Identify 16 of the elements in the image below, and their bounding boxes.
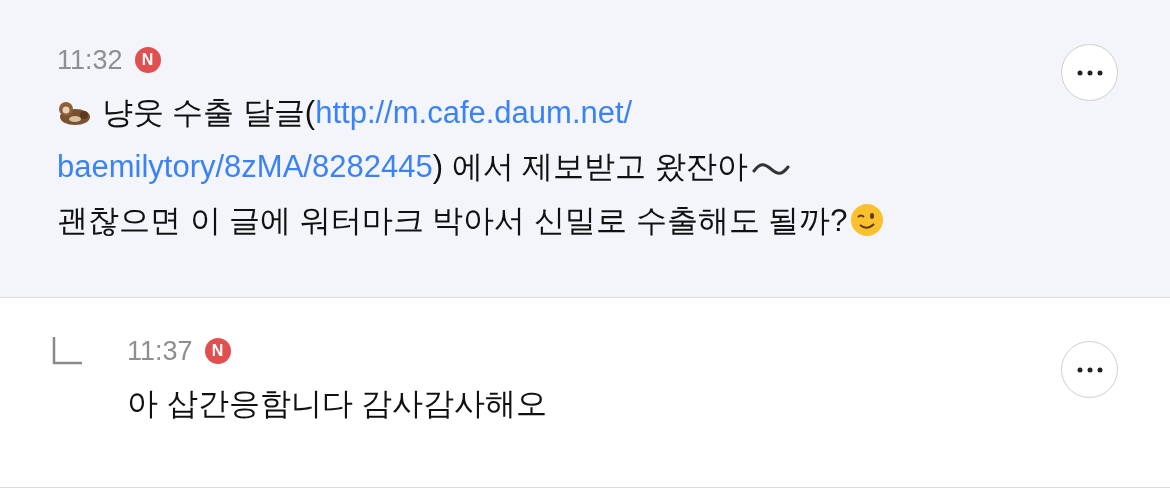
winking-face-icon <box>849 203 884 237</box>
more-icon <box>1076 69 1103 76</box>
message-text: ) 에서 제보받고 왔잔아 <box>432 149 748 184</box>
message-link[interactable]: baemilytory/8zMA/8282445 <box>57 149 433 184</box>
more-button[interactable] <box>1061 44 1118 101</box>
message-link[interactable]: http://m.cafe.daum.net/ <box>315 95 633 130</box>
new-badge: N <box>134 47 161 73</box>
comment-time: 11:32 <box>57 43 123 77</box>
message-text: 냥웃 수출 달글( <box>100 95 316 130</box>
message-text: 아 삽간응함니다 감사감사해오 <box>127 386 548 421</box>
comment-time: 11:37 <box>127 334 193 368</box>
new-badge: N <box>204 338 231 364</box>
more-icon <box>1076 366 1103 373</box>
more-button[interactable] <box>1061 341 1118 398</box>
message-text: 괜찮으면 이 글에 워터마크 박아서 신밀로 수출해도 될까? <box>57 203 848 238</box>
wavy-dash-icon <box>751 161 790 176</box>
